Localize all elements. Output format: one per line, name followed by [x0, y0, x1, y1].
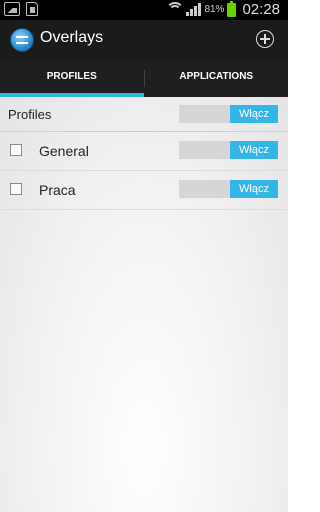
- profile-name: Praca: [39, 182, 76, 198]
- profile-name: General: [39, 143, 89, 159]
- profile-row-praca[interactable]: Praca Włącz: [0, 171, 288, 210]
- tab-bar: PROFILES APPLICATIONS: [0, 60, 288, 97]
- toggle-on-label: Włącz: [230, 180, 278, 198]
- clock: 02:28: [242, 1, 280, 18]
- profile-checkbox[interactable]: [10, 144, 22, 156]
- tab-applications[interactable]: APPLICATIONS: [145, 60, 289, 97]
- battery-percent: 81%: [204, 4, 225, 15]
- notification-icons: [4, 2, 38, 16]
- profiles-master-toggle[interactable]: Włącz: [179, 105, 278, 123]
- profile-row-general[interactable]: General Włącz: [0, 132, 288, 171]
- signal-icon: [186, 3, 202, 16]
- status-bar: 81% 02:28: [0, 0, 288, 20]
- sd-card-notification-icon: [26, 2, 38, 16]
- toggle-on-label: Włącz: [230, 141, 278, 159]
- profiles-header-label: Profiles: [8, 107, 52, 122]
- add-circle-icon[interactable]: [256, 30, 274, 48]
- battery-icon: [227, 0, 237, 17]
- toggle-on-label: Włącz: [230, 105, 278, 123]
- profiles-header: Profiles Włącz: [0, 97, 288, 132]
- wifi-icon: [166, 1, 185, 16]
- system-status: 81% 02:28: [166, 0, 280, 18]
- gallery-notification-icon: [4, 2, 20, 16]
- profile-checkbox[interactable]: [10, 183, 22, 195]
- action-bar: Overlays: [0, 20, 288, 60]
- profile-toggle[interactable]: Włącz: [179, 141, 278, 159]
- app-title: Overlays: [40, 29, 104, 46]
- profiles-list: Profiles Włącz General Włącz Praca Włącz: [0, 97, 288, 512]
- profile-toggle[interactable]: Włącz: [179, 180, 278, 198]
- tab-profiles[interactable]: PROFILES: [0, 60, 144, 97]
- overlays-app-icon[interactable]: [10, 28, 34, 52]
